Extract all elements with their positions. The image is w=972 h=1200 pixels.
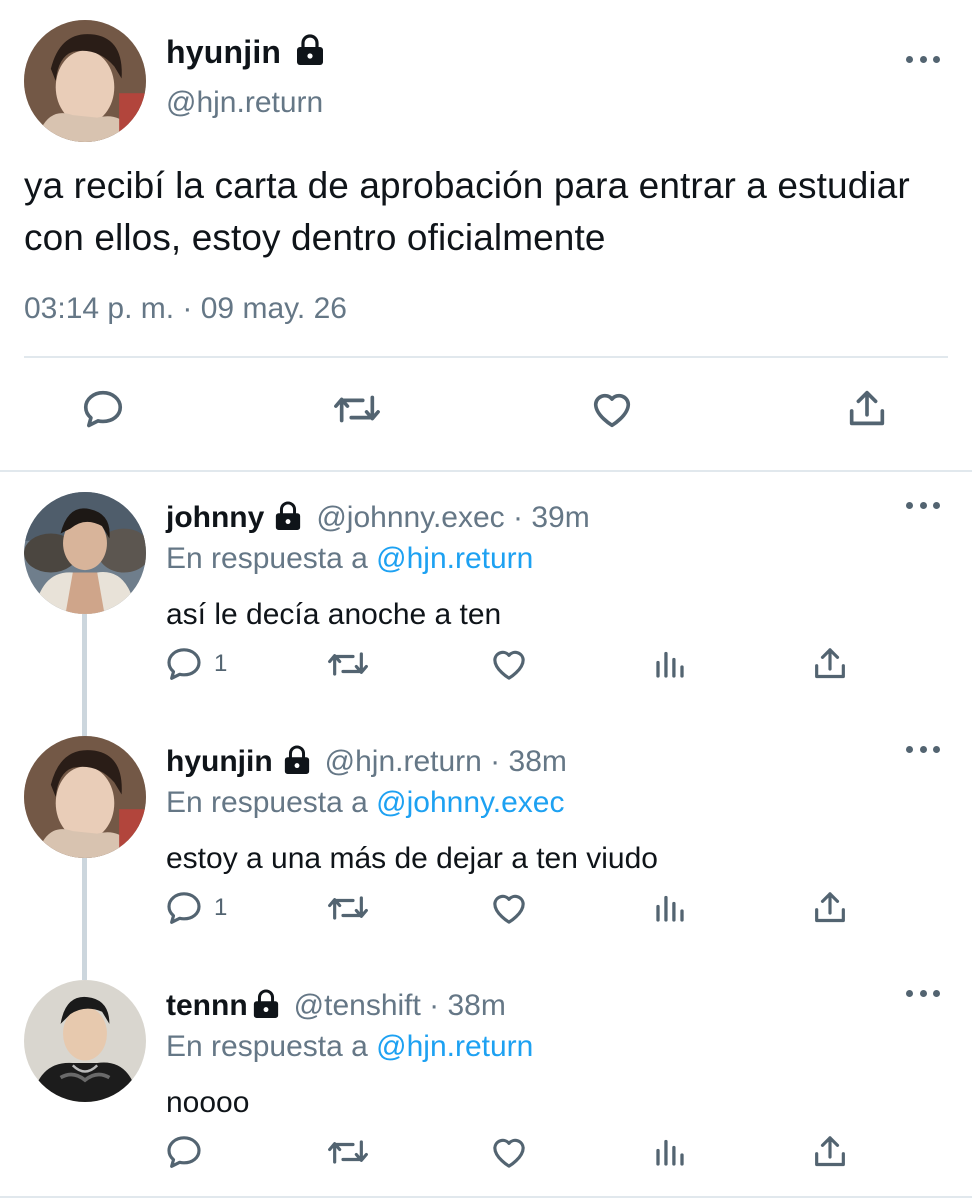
reply-button[interactable]: 1 (164, 888, 227, 928)
reply-tweet[interactable]: hyunjin @hjn.return · 38m En respuesta a… (0, 722, 972, 980)
share-icon[interactable] (810, 644, 850, 684)
handle-time[interactable]: @hjn.return · 38m (325, 745, 567, 779)
reply-count: 1 (214, 650, 228, 677)
reply-count: 1 (214, 894, 228, 921)
tweet-actions: 1 (0, 644, 972, 694)
more-options-icon[interactable] (906, 500, 940, 510)
retweet-icon[interactable] (326, 888, 370, 928)
reply-context: En respuesta a @johnny.exec (166, 786, 564, 820)
tweet-text: noooo (166, 1086, 250, 1119)
avatar-tennn[interactable] (24, 980, 146, 1102)
reply-icon (164, 1132, 204, 1172)
more-options-icon[interactable] (906, 744, 940, 754)
like-icon[interactable] (488, 888, 530, 928)
share-icon[interactable] (844, 386, 890, 432)
author-name[interactable]: hyunjin (166, 34, 281, 71)
avatar-johnny[interactable] (24, 492, 146, 614)
share-icon[interactable] (810, 888, 850, 928)
reply-icon[interactable] (80, 386, 126, 432)
reply-button[interactable] (164, 1132, 214, 1172)
more-options-icon[interactable] (906, 988, 940, 998)
lock-icon (274, 500, 302, 536)
share-icon[interactable] (810, 1132, 850, 1172)
lock-icon (295, 33, 325, 71)
tweet-text: estoy a una más de dejar a ten viudo (166, 842, 658, 875)
retweet-icon[interactable] (332, 386, 382, 432)
reply-tweet[interactable]: tennn @tenshift · 38m En respuesta a @hj… (0, 966, 972, 1200)
analytics-icon[interactable] (652, 888, 688, 928)
author-name[interactable]: johnny (166, 501, 264, 535)
mention-link[interactable]: @hjn.return (376, 1030, 533, 1063)
analytics-icon[interactable] (652, 1132, 688, 1172)
tweet-text: ya recibí la carta de aprobación para en… (24, 165, 910, 258)
retweet-icon[interactable] (326, 644, 370, 684)
avatar-hyunjin[interactable] (24, 736, 146, 858)
reply-context: En respuesta a @hjn.return (166, 542, 533, 576)
more-options-icon[interactable] (906, 54, 940, 64)
main-tweet: hyunjin @hjn.return ya recibí la carta d… (0, 0, 972, 470)
like-icon[interactable] (488, 1132, 530, 1172)
mention-link[interactable]: @johnny.exec (376, 786, 564, 819)
handle-time[interactable]: @johnny.exec · 39m (316, 501, 589, 535)
tweet-actions: 1 (0, 888, 972, 938)
mention-link[interactable]: @hjn.return (376, 542, 533, 575)
tweet-timestamp[interactable]: 03:14 p. m. · 09 may. 26 (24, 292, 347, 326)
author-name[interactable]: tennn (166, 989, 248, 1023)
reply-icon (164, 644, 204, 684)
tweet-actions (0, 386, 972, 446)
divider (0, 470, 972, 472)
tweet-actions (0, 1132, 972, 1182)
like-icon[interactable] (588, 386, 636, 432)
handle-time[interactable]: @tenshift · 38m (294, 989, 506, 1023)
like-icon[interactable] (488, 644, 530, 684)
avatar-hyunjin[interactable] (24, 20, 146, 142)
reply-tweet[interactable]: johnny @johnny.exec · 39m En respuesta a… (0, 478, 972, 736)
lock-icon (252, 988, 280, 1024)
analytics-icon[interactable] (652, 644, 688, 684)
divider (0, 1196, 972, 1198)
divider (24, 356, 948, 358)
reply-button[interactable]: 1 (164, 644, 227, 684)
tweet-text: así le decía anoche a ten (166, 598, 502, 631)
author-name[interactable]: hyunjin (166, 745, 273, 779)
author-handle[interactable]: @hjn.return (166, 86, 323, 120)
reply-prefix: En respuesta a (166, 1030, 368, 1063)
lock-icon (283, 744, 311, 780)
reply-prefix: En respuesta a (166, 542, 368, 575)
reply-prefix: En respuesta a (166, 786, 368, 819)
reply-icon (164, 888, 204, 928)
retweet-icon[interactable] (326, 1132, 370, 1172)
reply-context: En respuesta a @hjn.return (166, 1030, 533, 1064)
